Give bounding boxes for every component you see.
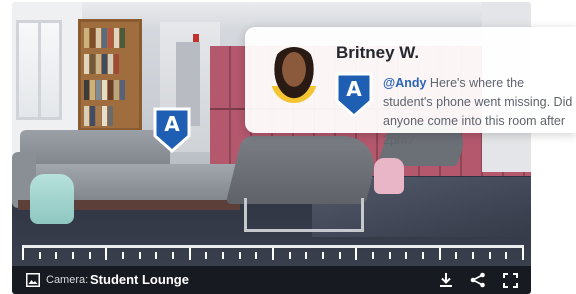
marker-letter: A bbox=[346, 77, 362, 101]
timeline-tick bbox=[522, 248, 524, 260]
download-icon bbox=[440, 273, 452, 287]
timeline-tick bbox=[272, 248, 274, 260]
shelf-row bbox=[84, 54, 136, 76]
timeline-tick bbox=[388, 252, 391, 259]
timeline-tick bbox=[55, 252, 58, 259]
control-bar: Camera: Student Lounge bbox=[12, 266, 531, 294]
timeline-tick bbox=[122, 252, 124, 259]
timeline-tick bbox=[488, 252, 491, 259]
timeline-tick bbox=[455, 252, 458, 259]
location-marker-a[interactable]: A bbox=[152, 106, 192, 154]
timeline-tick bbox=[38, 252, 41, 259]
fire-alarm bbox=[193, 34, 199, 42]
timeline-tick bbox=[355, 248, 358, 260]
timeline-tick bbox=[338, 252, 341, 259]
share-button[interactable] bbox=[468, 270, 488, 290]
avatar bbox=[271, 47, 317, 103]
timeline-tick bbox=[288, 252, 291, 259]
backpack bbox=[374, 158, 404, 194]
comment-author: Britney W. bbox=[336, 43, 420, 62]
timeline-tick bbox=[372, 252, 374, 259]
timeline-tick bbox=[472, 252, 474, 259]
timeline-tick bbox=[438, 248, 441, 260]
timeline-tick bbox=[305, 252, 308, 259]
shelf-row bbox=[84, 80, 136, 102]
timeline-scrubber[interactable] bbox=[12, 234, 531, 262]
timeline-tick bbox=[138, 252, 141, 259]
shelf-row bbox=[84, 28, 136, 50]
timeline-tick bbox=[405, 252, 408, 259]
timeline-tick bbox=[422, 252, 424, 259]
timeline-tick bbox=[22, 248, 24, 260]
timeline-tick bbox=[155, 252, 158, 259]
timeline-tick bbox=[105, 248, 108, 260]
comment-text: @Andy Here's where the student's phone w… bbox=[383, 74, 573, 150]
timeline-tick bbox=[255, 252, 258, 259]
download-button[interactable] bbox=[436, 270, 456, 290]
window bbox=[16, 20, 62, 120]
camera-name: Student Lounge bbox=[90, 272, 189, 287]
fullscreen-icon bbox=[502, 272, 518, 288]
backpack bbox=[30, 174, 74, 224]
timeline-tick bbox=[188, 248, 191, 260]
lounge-chair bbox=[225, 136, 383, 204]
timeline-tick bbox=[222, 252, 224, 259]
bookshelf bbox=[78, 19, 142, 131]
timeline-tick bbox=[505, 252, 508, 259]
comment-card: Britney W. A @Andy Here's where the stud… bbox=[245, 27, 576, 147]
timeline-tick bbox=[172, 252, 174, 259]
timeline-tick bbox=[238, 252, 241, 259]
timeline-tick bbox=[322, 252, 324, 259]
timeline-tick bbox=[88, 252, 91, 259]
user-mention[interactable]: @Andy bbox=[383, 76, 426, 90]
image-icon bbox=[26, 273, 40, 287]
comment-marker-a[interactable]: A bbox=[334, 71, 374, 119]
marker-letter: A bbox=[164, 112, 180, 136]
shelf-row bbox=[84, 106, 136, 128]
fullscreen-button[interactable] bbox=[500, 270, 520, 290]
share-icon bbox=[470, 272, 485, 288]
timeline-tick bbox=[205, 252, 208, 259]
chair-legs bbox=[244, 198, 364, 232]
camera-label: Camera: bbox=[46, 274, 89, 286]
timeline-tick bbox=[72, 252, 74, 259]
